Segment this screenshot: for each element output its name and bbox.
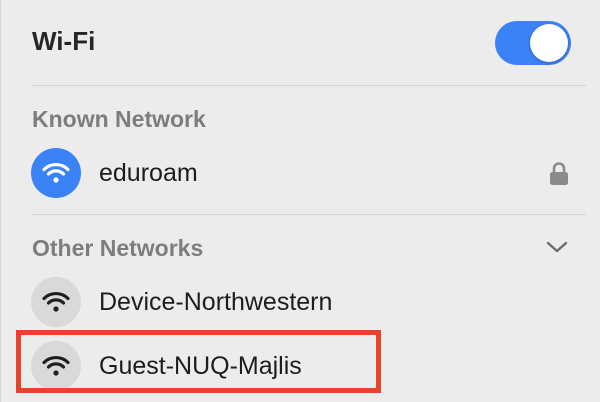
wifi-icon <box>31 277 81 327</box>
toggle-knob <box>530 24 568 62</box>
known-network-header: Known Network <box>32 106 206 132</box>
lock-icon <box>548 161 570 187</box>
divider <box>32 214 586 215</box>
wifi-toggle[interactable] <box>495 21 571 65</box>
network-name: eduroam <box>99 159 198 187</box>
network-name: Device-Northwestern <box>99 288 333 316</box>
wifi-icon <box>31 341 81 391</box>
network-row-guest-nuq-majlis[interactable]: Guest-NUQ-Majlis <box>31 341 570 391</box>
wifi-title: Wi-Fi <box>32 26 96 56</box>
wifi-icon <box>31 148 81 198</box>
network-name: Guest-NUQ-Majlis <box>99 352 302 380</box>
other-networks-header: Other Networks <box>32 235 204 261</box>
wifi-menu-panel: Wi-Fi Known Network eduroam Other Networ… <box>0 0 600 402</box>
network-row-eduroam[interactable]: eduroam <box>31 148 570 198</box>
divider <box>32 85 586 86</box>
chevron-down-icon[interactable] <box>544 238 570 256</box>
network-row-device-northwestern[interactable]: Device-Northwestern <box>31 277 570 327</box>
